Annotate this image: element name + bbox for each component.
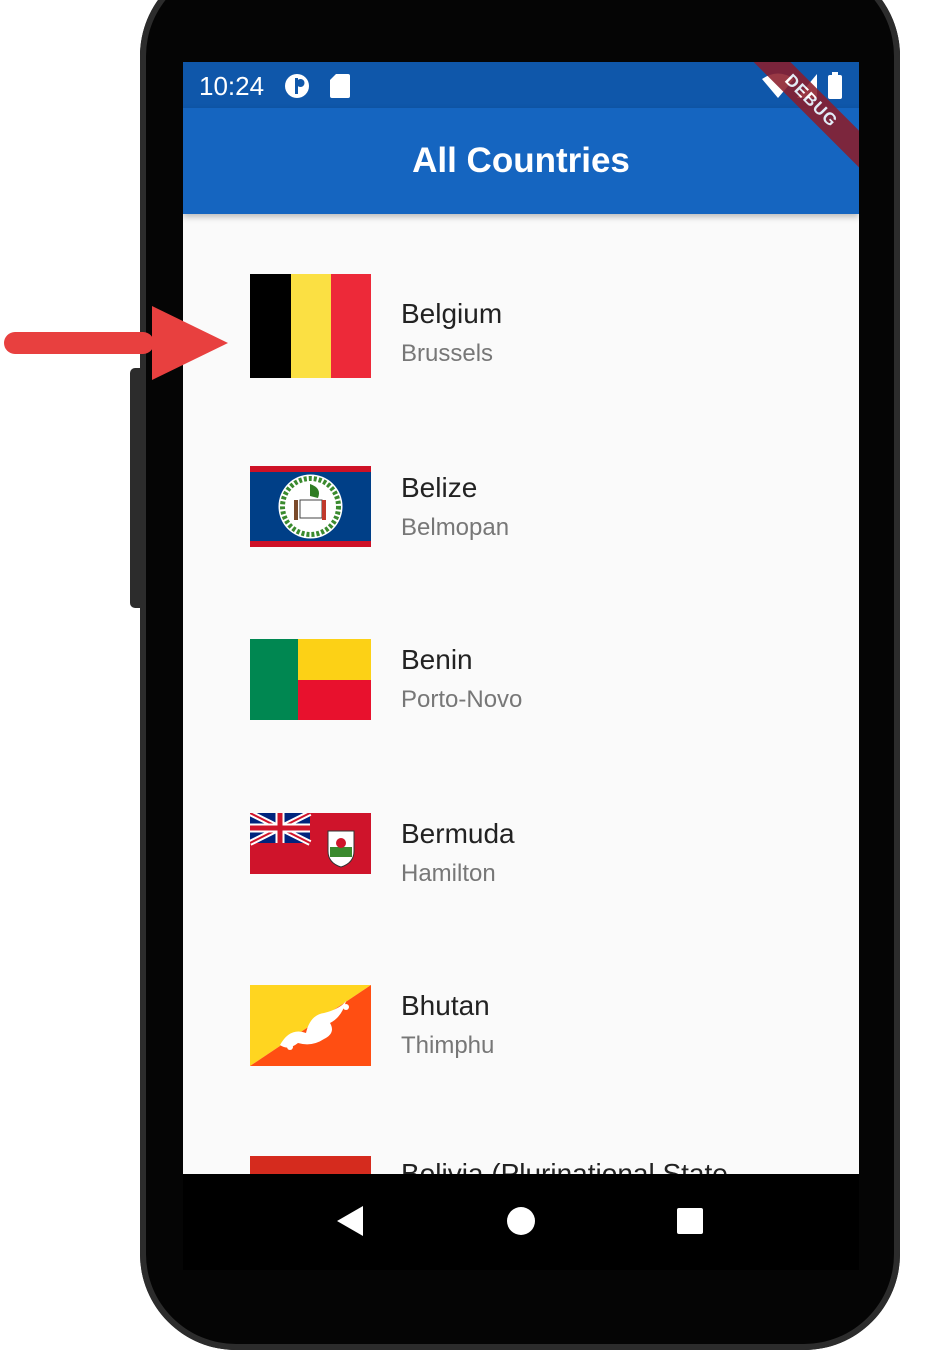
recents-icon[interactable]	[675, 1204, 705, 1238]
annotation-arrow-icon	[4, 306, 228, 380]
country-name: Belize	[401, 472, 478, 503]
country-name: Bhutan	[401, 990, 490, 1021]
bolivia-flag-icon	[250, 1156, 371, 1174]
list-item-bolivia[interactable]: Bolivia (Plurinational State	[183, 1154, 859, 1174]
country-capital: Hamilton	[401, 860, 496, 887]
bermuda-flag-icon	[250, 813, 371, 874]
page-title: All Countries	[412, 141, 630, 180]
status-time: 10:24	[199, 71, 265, 101]
bhutan-flag-icon	[250, 985, 371, 1066]
country-capital: Belmopan	[401, 514, 510, 541]
back-icon[interactable]	[335, 1204, 365, 1238]
battery-icon	[828, 72, 842, 99]
belize-flag-icon	[250, 466, 371, 547]
list-item-bermuda[interactable]: Bermuda Hamilton	[183, 812, 859, 962]
belgium-flag-icon	[250, 274, 371, 378]
list-item-belize[interactable]: Belize Belmopan	[183, 464, 859, 614]
country-capital: Porto-Novo	[401, 686, 523, 713]
device-screen: 10:24 All Countries DEBUG Belgium Brusse…	[183, 62, 859, 1174]
country-capital: Thimphu	[401, 1032, 495, 1059]
navigation-bar	[183, 1174, 859, 1270]
country-name: Belgium	[401, 298, 503, 329]
home-icon[interactable]	[506, 1204, 536, 1238]
status-bar: 10:24	[183, 62, 859, 108]
phone-side-button	[130, 368, 142, 608]
benin-flag-icon	[250, 639, 371, 720]
country-name: Benin	[401, 644, 473, 675]
app-bar: All Countries	[183, 108, 859, 214]
country-name: Bermuda	[401, 818, 515, 849]
sd-card-icon	[330, 74, 350, 98]
country-capital: Brussels	[401, 340, 494, 367]
list-item-bhutan[interactable]: Bhutan Thimphu	[183, 984, 859, 1134]
country-name: Bolivia (Plurinational State	[401, 1158, 728, 1174]
list-item-belgium[interactable]: Belgium Brussels	[183, 274, 859, 424]
app-notification-icon	[285, 74, 309, 98]
list-item-benin[interactable]: Benin Porto-Novo	[183, 638, 859, 788]
